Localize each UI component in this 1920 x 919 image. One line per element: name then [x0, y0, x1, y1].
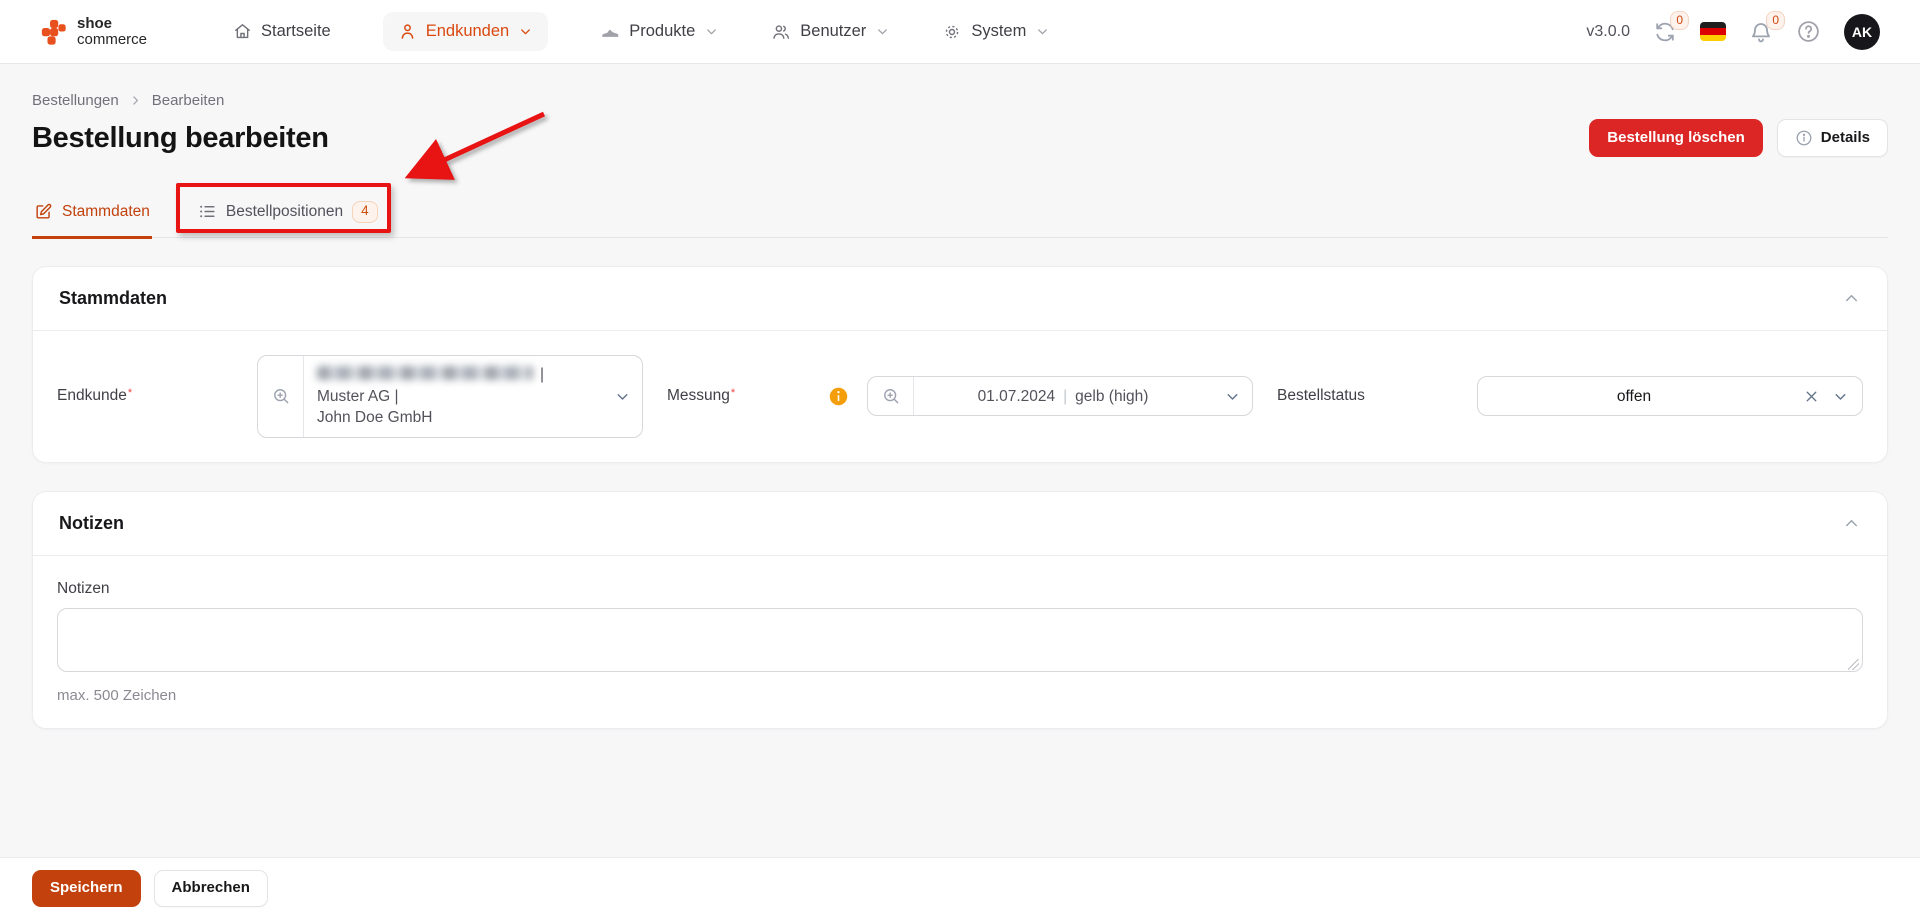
chevron-down-icon [704, 24, 719, 39]
brand-logo[interactable]: shoe commerce [40, 16, 147, 48]
help-button[interactable] [1796, 19, 1821, 44]
chevron-down-icon [1832, 388, 1849, 405]
bestellstatus-value: offen [1617, 386, 1651, 408]
chevron-down-icon [602, 356, 642, 437]
save-button[interactable]: Speichern [32, 870, 141, 907]
home-icon [233, 22, 252, 41]
required-mark: * [731, 387, 735, 399]
nav-item-benutzer[interactable]: Benutzer [771, 22, 890, 42]
clear-icon[interactable] [1803, 388, 1820, 405]
bestellstatus-label: Bestellstatus [1277, 387, 1365, 405]
top-navbar: shoe commerce Startseite Endkunden [0, 0, 1920, 64]
action-footer: Speichern Abbrechen [0, 857, 1920, 919]
messung-label: Messung* [667, 387, 735, 405]
shoe-icon [600, 22, 620, 42]
messung-select[interactable]: 01.07.2024 | gelb (high) [867, 376, 1253, 416]
logo-line1: shoe [77, 16, 147, 32]
endkunde-label: Endkunde* [57, 387, 132, 405]
nav-item-endkunden[interactable]: Endkunden [383, 12, 549, 51]
nav-item-system[interactable]: System [942, 22, 1050, 42]
messung-value-date: 01.07.2024 [978, 386, 1056, 408]
redacted-text [317, 366, 533, 380]
notizen-textarea[interactable] [57, 608, 1863, 672]
users-icon [771, 22, 791, 42]
breadcrumb-bestellungen[interactable]: Bestellungen [32, 92, 119, 109]
nav-label: Produkte [629, 22, 695, 41]
section-title-notizen: Notizen [59, 513, 124, 534]
brand-logo-text: shoe commerce [77, 16, 147, 48]
version-label: v3.0.0 [1586, 23, 1630, 41]
chevron-down-icon [1212, 377, 1252, 415]
chevron-up-icon [1842, 514, 1861, 533]
bestellstatus-select[interactable]: offen [1477, 376, 1863, 416]
tab-bestellpositionen-label: Bestellpositionen [226, 203, 343, 221]
required-mark: * [128, 387, 132, 399]
help-icon [1796, 19, 1821, 44]
tab-bar: Stammdaten Bestellpositionen 4 [32, 201, 1888, 238]
cancel-button[interactable]: Abbrechen [154, 870, 268, 907]
nav-label: Endkunden [426, 22, 510, 41]
nav-label: Benutzer [800, 22, 866, 41]
nav-label: Startseite [261, 22, 331, 41]
navbar-right-cluster: v3.0.0 0 0 AK [1586, 14, 1880, 50]
breadcrumb-bearbeiten[interactable]: Bearbeiten [152, 92, 225, 109]
notizen-hint: max. 500 Zeichen [57, 687, 1863, 704]
field-bestellstatus: Bestellstatus offen [1277, 355, 1863, 438]
section-title-stammdaten: Stammdaten [59, 288, 167, 309]
shoe-commerce-logo-icon [40, 18, 68, 46]
nav-item-produkte[interactable]: Produkte [600, 22, 719, 42]
stammdaten-section: Stammdaten Endkunde* [32, 266, 1888, 463]
endkunde-value-line1: | Muster AG | [317, 364, 589, 407]
chevron-down-icon [1035, 24, 1050, 39]
notifications-button[interactable]: 0 [1749, 20, 1773, 44]
german-flag-icon[interactable] [1700, 22, 1726, 41]
endkunde-value-line2: John Doe GmbH [317, 407, 589, 429]
value-separator: | [1055, 386, 1075, 408]
chevron-right-icon [129, 94, 142, 107]
messung-value-detail: gelb (high) [1075, 386, 1148, 408]
sync-badge: 0 [1670, 11, 1689, 30]
nav-item-startseite[interactable]: Startseite [233, 22, 331, 41]
nav-label: System [971, 22, 1026, 41]
chevron-up-icon [1842, 289, 1861, 308]
edit-icon [34, 202, 53, 221]
header-actions: Bestellung löschen Details [1589, 119, 1888, 157]
gear-icon [942, 22, 962, 42]
field-messung: Messung* [667, 355, 1253, 438]
tab-bestellpositionen[interactable]: Bestellpositionen 4 [196, 201, 380, 239]
notizen-field-label: Notizen [57, 580, 1863, 598]
notizen-section: Notizen Notizen max. 500 Zeichen [32, 491, 1888, 729]
main-nav: Startseite Endkunden Produkte [233, 12, 1050, 51]
avatar[interactable]: AK [1844, 14, 1880, 50]
collapse-notizen-button[interactable] [1842, 514, 1861, 533]
info-circle-icon [1795, 129, 1813, 147]
tab-stammdaten-label: Stammdaten [62, 203, 150, 221]
chevron-down-icon [518, 24, 533, 39]
list-icon [198, 202, 217, 221]
person-icon [398, 22, 417, 41]
endkunde-select[interactable]: | Muster AG | John Doe GmbH [257, 355, 643, 438]
zoom-in-icon [868, 377, 914, 415]
warning-info-icon[interactable] [828, 386, 849, 407]
page-content: Bestellungen Bearbeiten Bestellung bearb… [0, 64, 1920, 729]
zoom-in-icon [258, 356, 304, 437]
chevron-down-icon [875, 24, 890, 39]
details-button-label: Details [1821, 130, 1870, 147]
collapse-stammdaten-button[interactable] [1842, 289, 1861, 308]
tab-stammdaten[interactable]: Stammdaten [32, 201, 152, 239]
delete-order-button[interactable]: Bestellung löschen [1589, 119, 1763, 157]
positions-count-badge: 4 [352, 201, 378, 223]
notifications-badge: 0 [1766, 11, 1785, 30]
details-button[interactable]: Details [1777, 119, 1888, 157]
page-title: Bestellung bearbeiten [32, 122, 329, 155]
sync-button[interactable]: 0 [1653, 20, 1677, 44]
field-endkunde: Endkunde* | Muster AG | John Doe GmbH [57, 355, 643, 438]
logo-line2: commerce [77, 32, 147, 48]
breadcrumb: Bestellungen Bearbeiten [32, 64, 1888, 109]
